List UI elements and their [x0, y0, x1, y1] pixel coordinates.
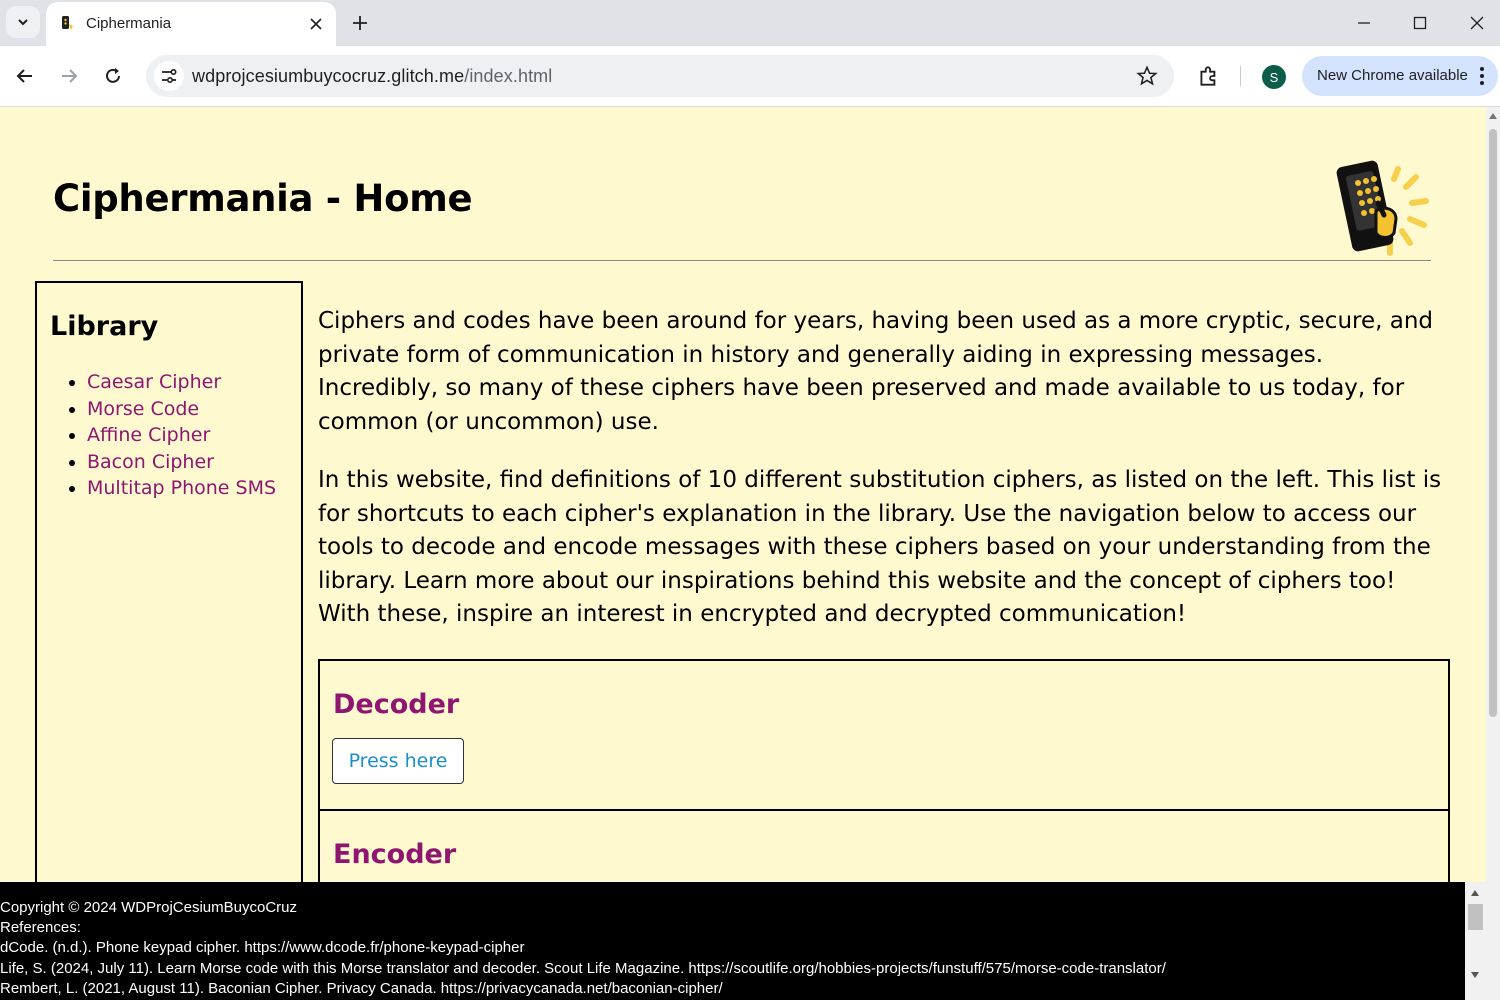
footer-scroll-up-icon[interactable] [1471, 890, 1479, 896]
page-title: Ciphermania - Home [53, 177, 473, 220]
browser-tab-bar: Ciphermania [0, 0, 1500, 46]
decoder-heading: Decoder [333, 689, 460, 720]
footer-copyright: Copyright © 2024 WDProjCesiumBuycoCruz [0, 899, 297, 916]
url-host: wdprojcesiumbuycocruz.glitch.me [192, 66, 465, 86]
decoder-card: Decoder Press here [318, 659, 1450, 811]
library-link-caesar-cipher[interactable]: Caesar Cipher [87, 371, 221, 393]
profile-avatar[interactable]: S [1262, 65, 1286, 89]
decoder-press-here-button[interactable]: Press here [332, 738, 464, 784]
library-link-multitap-phone-sms[interactable]: Multitap Phone SMS [87, 477, 276, 499]
reload-icon[interactable] [100, 63, 126, 89]
library-list-item: Caesar Cipher [87, 369, 276, 396]
back-arrow-icon[interactable] [12, 63, 38, 89]
update-chip-label: New Chrome available [1317, 67, 1468, 84]
intro-paragraph: In this website, find definitions of 10 … [318, 467, 1442, 627]
page-viewport: Ciphermania - Home Library Caesar Cipher… [0, 107, 1500, 1000]
new-chrome-available-button[interactable]: New Chrome available [1302, 56, 1498, 96]
extensions-puzzle-icon[interactable] [1196, 63, 1222, 89]
page-footer: Copyright © 2024 WDProjCesiumBuycoCruz R… [0, 882, 1465, 1000]
footer-reference: Rembert, L. (2021, August 11). Baconian … [0, 980, 723, 997]
title-divider [53, 260, 1431, 261]
footer-references-label: References: [0, 919, 81, 936]
toolbar-separator [1240, 66, 1241, 86]
library-heading: Library [50, 311, 159, 342]
library-list-item: Affine Cipher [87, 422, 276, 449]
browser-toolbar: wdprojcesiumbuycocruz.glitch.me/index.ht… [0, 46, 1500, 107]
page-scrollbar[interactable] [1486, 107, 1500, 1000]
browser-tab-active[interactable]: Ciphermania [46, 2, 336, 46]
footer-scrollbar-thumb[interactable] [1468, 904, 1483, 930]
phone-keypad-logo-icon [1336, 160, 1429, 256]
url-path: /index.html [464, 66, 553, 86]
address-bar[interactable]: wdprojcesiumbuycocruz.glitch.me/index.ht… [146, 55, 1174, 97]
close-tab-icon[interactable] [306, 14, 326, 34]
library-list-item: Bacon Cipher [87, 449, 276, 476]
library-link-morse-code[interactable]: Morse Code [87, 398, 199, 420]
tab-title: Ciphermania [86, 15, 172, 32]
scroll-up-arrow-icon[interactable] [1489, 113, 1497, 119]
library-list-item: Multitap Phone SMS [87, 475, 276, 502]
forward-arrow-icon[interactable] [56, 63, 82, 89]
footer-scroll-down-icon[interactable] [1471, 972, 1479, 978]
library-list-item: Morse Code [87, 396, 276, 423]
ciphermania-favicon-icon [62, 16, 73, 30]
new-tab-icon[interactable] [348, 11, 372, 35]
close-window-icon[interactable] [1457, 8, 1497, 38]
library-link-affine-cipher[interactable]: Affine Cipher [87, 424, 210, 446]
minimize-icon[interactable] [1344, 8, 1384, 38]
bookmark-star-icon[interactable] [1136, 65, 1158, 87]
tab-search-button[interactable] [6, 6, 40, 38]
footer-reference: Life, S. (2024, July 11). Learn Morse co… [0, 960, 1166, 977]
library-link-bacon-cipher[interactable]: Bacon Cipher [87, 451, 214, 473]
maximize-icon[interactable] [1400, 8, 1440, 38]
chevron-down-icon [18, 19, 28, 26]
encoder-heading: Encoder [333, 839, 457, 870]
site-info-icon[interactable] [154, 61, 184, 91]
page-scrollbar-thumb[interactable] [1489, 129, 1497, 717]
footer-scrollbar[interactable] [1465, 882, 1486, 1000]
more-vertical-icon [1480, 67, 1484, 85]
footer-reference: dCode. (n.d.). Phone keypad cipher. http… [0, 939, 525, 956]
intro-section: Ciphers and codes have been around for y… [318, 305, 1446, 657]
intro-paragraph: Ciphers and codes have been around for y… [318, 308, 1434, 435]
url-text: wdprojcesiumbuycocruz.glitch.me/index.ht… [192, 66, 552, 87]
library-sidebar: Library Caesar Cipher Morse Code Affine … [35, 281, 303, 925]
library-list: Caesar Cipher Morse Code Affine Cipher B… [87, 369, 276, 502]
